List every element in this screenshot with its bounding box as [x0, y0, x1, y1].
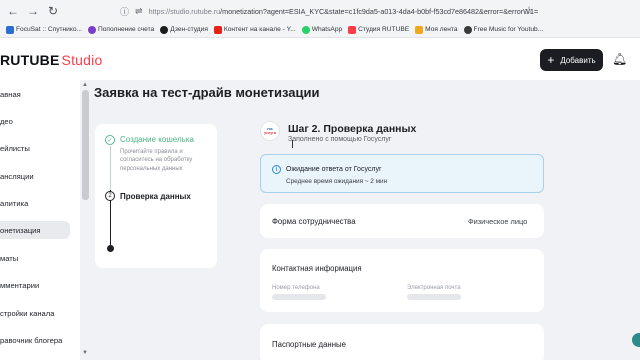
address-field[interactable]: https://studio.rutube.ru/monetization?ag… [149, 7, 569, 16]
step2-title: Проверка данных [120, 192, 191, 201]
rutube-studio-logo[interactable]: RUTUBE Studio [0, 52, 102, 68]
bookmark-favicon-icon [87, 25, 96, 34]
passport-label: Паспортные данные [272, 340, 346, 349]
bookmark-favicon-icon [6, 25, 14, 34]
sidebar-item-monetization[interactable]: онетизация [0, 221, 70, 239]
site-info-icon[interactable]: ⓘ [120, 5, 129, 18]
sidebar-item-streams[interactable]: ансляции [0, 167, 70, 185]
sidebar-item-blogger-guide[interactable]: равочник блогера [0, 331, 70, 349]
step1-title[interactable]: Создание кошелька [120, 135, 194, 144]
bookmark-item[interactable]: Студия RUTUBE [348, 25, 409, 34]
bell-icon[interactable]: 🔔︎ [612, 52, 627, 66]
site-settings-icon[interactable]: ⇌ [135, 6, 143, 17]
bookmark-favicon-icon [213, 25, 222, 34]
gosuslugi-logo: гос услуги [260, 121, 280, 141]
bookmark-item[interactable]: WhatsApp [301, 25, 342, 34]
floating-avatar[interactable] [632, 333, 640, 347]
browser-url-bar: ← → ↻ ⓘ ⇌ https://studio.rutube.ru/monet… [0, 0, 640, 22]
info-title: Ожидание ответа от Госуслуг [286, 166, 382, 173]
info-subtitle: Среднее время ожидания ~ 2 мин [286, 178, 388, 185]
sidebar-item-playlists[interactable]: ейлисты [0, 139, 70, 157]
bookmark-item[interactable]: FocuSat :: Спутнико... [6, 25, 82, 34]
contact-info-card [260, 249, 544, 312]
scroll-down-icon[interactable]: ▼ [82, 350, 88, 356]
sidebar-item-formats[interactable]: маты [0, 249, 70, 267]
contact-info-label: Контактная информация [272, 264, 362, 273]
steps-connector-done [110, 146, 111, 190]
check-icon: ✓ [105, 135, 115, 145]
page-title: Заявка на тест-драйв монетизации [94, 85, 320, 100]
bookmark-favicon-icon [463, 25, 472, 34]
sidebar: авная део ейлисты ансляции алитика онети… [0, 80, 80, 360]
bookmark-item[interactable]: Пополнение счета [87, 25, 154, 34]
bookmark-favicon-icon [415, 25, 424, 34]
sidebar-item-video[interactable]: део [0, 112, 70, 130]
step-subtitle: Заполнено с помощью Госуслуг [288, 136, 392, 143]
info-banner [260, 154, 544, 193]
bookmark-favicon-icon [348, 25, 357, 34]
email-value-skeleton [407, 294, 461, 300]
step1-description: Прочитайте правила и согласитесь на обра… [120, 149, 193, 172]
bookmark-item[interactable]: Контент на канале - Y... [213, 25, 296, 34]
forward-icon[interactable]: → [26, 4, 40, 18]
sidebar-scroll-thumb[interactable] [82, 90, 89, 200]
sidebar-item-channel-settings[interactable]: стройки канала [0, 304, 70, 322]
bookmark-item[interactable]: Дзен-студия [160, 25, 208, 34]
phone-value-skeleton [272, 294, 326, 300]
plus-icon: + [547, 53, 555, 67]
sidebar-item-analytics[interactable]: алитика [0, 194, 70, 212]
bookmark-favicon-icon [301, 25, 310, 34]
sidebar-item-home[interactable]: авная [0, 85, 70, 103]
email-label: Электронная почта [407, 285, 461, 291]
bookmarks-bar: FocuSat :: Спутнико... Пополнение счета … [0, 22, 640, 38]
scroll-up-icon[interactable]: ▲ [82, 82, 88, 88]
step-title: Шаг 2. Проверка данных [288, 123, 417, 135]
bookmark-favicon-icon [160, 25, 169, 34]
info-icon: i [272, 165, 281, 174]
phone-label: Номер телефона [272, 285, 320, 291]
back-icon[interactable]: ← [6, 4, 20, 18]
app-header: RUTUBE Studio + Добавить 🔔︎ [0, 38, 640, 80]
reload-icon[interactable]: ↻ [46, 4, 60, 18]
cooperation-form-label: Форма сотрудничества [272, 217, 356, 226]
steps-end-dot [107, 245, 114, 252]
text-cursor [292, 140, 293, 148]
bookmark-star-icon[interactable]: ☆ [524, 4, 534, 17]
bookmark-item[interactable]: Моя лента [415, 25, 458, 34]
cooperation-form-value: Физическое лицо [468, 217, 528, 226]
bookmark-item[interactable]: Free Music for Youtub... [463, 25, 543, 34]
step2-number: 2 [105, 191, 115, 201]
add-button[interactable]: + Добавить [540, 49, 603, 71]
sidebar-item-comments[interactable]: мментарии [0, 276, 70, 294]
